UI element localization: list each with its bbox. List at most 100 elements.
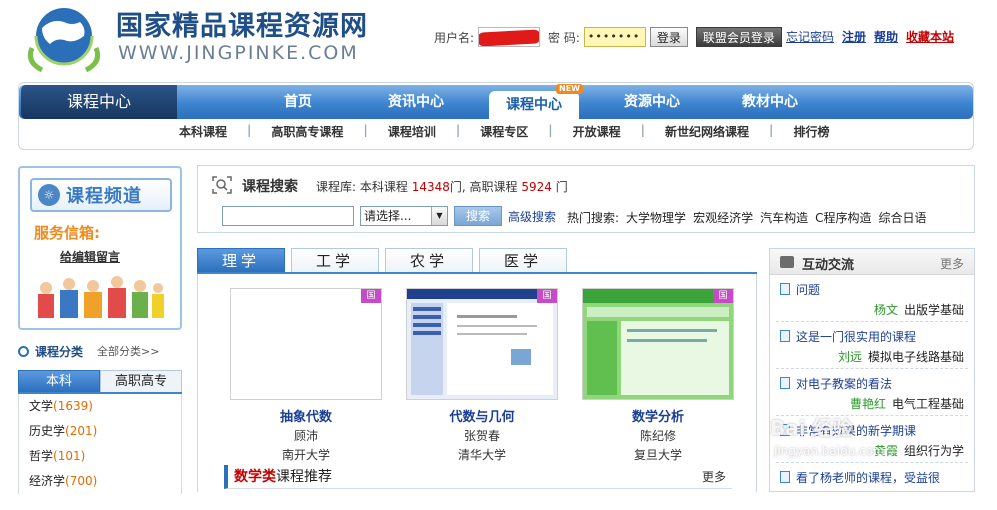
main-nav: 课程中心 首页 资讯中心 课程中心 NEW 资源中心 教材中心 本科课程 | 高职… <box>18 82 974 150</box>
channel-title: ☼ 课程频道 <box>30 178 172 212</box>
password-label: 密 码: <box>548 30 580 45</box>
nav-item-resources[interactable]: 资源中心 <box>593 85 711 119</box>
search-icon <box>212 176 232 194</box>
discussion-title[interactable]: 对电子教案的看法 <box>796 375 892 392</box>
tab-medicine[interactable]: 医学 <box>479 248 567 272</box>
site-url: WWW.JINGPINKE.COM <box>118 42 359 64</box>
nav-section-title[interactable]: 课程中心 <box>21 85 177 119</box>
nav-item-courses[interactable]: 课程中心 NEW <box>489 84 583 119</box>
category-item[interactable]: 历史学(201) <box>19 419 181 444</box>
tab-agriculture[interactable]: 农学 <box>385 248 473 272</box>
globe-logo-icon[interactable] <box>22 4 106 74</box>
category-item[interactable]: 经济学(700) <box>19 469 181 494</box>
username-input[interactable] <box>478 27 541 47</box>
left-sidebar: ☼ 课程频道 服务信箱: 给编辑留言 课程分类 全部分类>> 本科 高职高专 文… <box>18 166 182 494</box>
national-badge: 国 <box>713 289 733 303</box>
tab-science[interactable]: 理学 <box>197 248 285 272</box>
login-button[interactable]: 登录 <box>649 27 688 47</box>
category-select[interactable]: 请选择... ▼ <box>360 206 448 226</box>
discussion-item[interactable]: 问题 杨文 出版学基础 <box>776 275 968 322</box>
discussion-title[interactable]: 这是一门很实用的课程 <box>796 328 916 345</box>
interaction-more-link[interactable]: 更多 <box>940 255 964 272</box>
course-name[interactable]: 组织行为学 <box>904 444 964 458</box>
course-name[interactable]: 模拟电子线路基础 <box>868 350 964 364</box>
hot-search-term[interactable]: 汽车构造 <box>760 209 808 226</box>
discussion-title[interactable]: 看了杨老师的课程，受益很 <box>796 469 940 486</box>
union-login-button[interactable]: 联盟会员登录 <box>695 27 782 47</box>
sub-nav-item[interactable]: 本科课程 <box>159 123 247 140</box>
course-title[interactable]: 代数与几何 <box>406 406 558 425</box>
sub-nav-item[interactable]: 新世纪网络课程 <box>645 123 769 140</box>
course-teacher: 顾沛 <box>293 429 318 443</box>
discussion-item[interactable]: 看了杨老师的课程，受益很 <box>776 463 968 510</box>
category-item[interactable]: 文学(1639) <box>19 394 181 419</box>
advanced-search-link[interactable]: 高级搜索 <box>508 208 556 225</box>
recommend-title: 课程推荐 <box>276 469 332 485</box>
forgot-password-link[interactable]: 忘记密码 <box>786 28 834 45</box>
course-name[interactable]: 出版学基础 <box>904 303 964 317</box>
sub-nav-item[interactable]: 课程培训 <box>368 123 456 140</box>
course-thumbnail[interactable]: 国 <box>406 288 558 400</box>
course-school: 清华大学 <box>457 448 506 462</box>
password-input[interactable]: ••••••• <box>583 27 646 47</box>
course-card[interactable]: 国 代数与几何 张贺春 清华大学 <box>406 288 558 463</box>
search-button[interactable]: 搜索 <box>454 206 502 226</box>
discussion-item[interactable]: 对电子教案的看法 曹艳红 电气工程基础 <box>776 369 968 416</box>
course-title[interactable]: 抽象代数 <box>230 406 382 425</box>
register-link[interactable]: 注册 <box>842 28 866 45</box>
hot-search-term[interactable]: C程序构造 <box>815 209 871 226</box>
discussion-meta: 刘远 模拟电子线路基础 <box>838 348 964 365</box>
discussion-item[interactable]: 这是一门很实用的课程 刘远 模拟电子线路基础 <box>776 322 968 369</box>
tab-vocational[interactable]: 高职高专 <box>100 370 182 392</box>
author-name[interactable]: 杨文 <box>874 303 898 317</box>
chevron-down-icon[interactable]: ▼ <box>431 207 447 225</box>
recommend-keyword[interactable]: 数学类 <box>234 469 276 485</box>
mailbox-title: 服务信箱: <box>34 224 100 242</box>
course-name[interactable]: 电气工程基础 <box>892 397 964 411</box>
interaction-title: 互动交流 <box>802 258 855 273</box>
category-name: 哲学 <box>29 449 54 463</box>
tab-undergrad[interactable]: 本科 <box>18 370 100 392</box>
course-screenshot-icon <box>407 289 557 399</box>
people-illustration-icon <box>38 276 164 318</box>
mailbox-link[interactable]: 给编辑留言 <box>60 248 120 265</box>
course-thumbnail[interactable]: 国 <box>582 288 734 400</box>
all-categories-link[interactable]: 全部分类>> <box>97 343 159 359</box>
nav-item-news[interactable]: 资讯中心 <box>357 85 475 119</box>
category-item[interactable]: 哲学(101) <box>19 444 181 469</box>
course-card[interactable]: 国 数学分析 陈纪修 复旦大学 <box>582 288 734 463</box>
category-name: 经济学 <box>29 474 66 488</box>
stat-mid: 门, 高职课程 <box>449 180 518 194</box>
author-name[interactable]: 刘远 <box>838 350 862 364</box>
course-screenshot-icon <box>583 289 733 399</box>
course-school: 复旦大学 <box>633 448 682 462</box>
undergrad-count: 14348 <box>411 180 450 194</box>
hot-searches: 热门搜索: 大学物理学 宏观经济学 汽车构造 C程序构造 综合日语 <box>567 209 927 226</box>
national-badge: 国 <box>537 289 557 303</box>
hot-search-term[interactable]: 综合日语 <box>878 209 926 226</box>
help-link[interactable]: 帮助 <box>874 28 898 45</box>
recommend-more-link[interactable]: 更多 <box>702 465 726 489</box>
nav-item-textbooks[interactable]: 教材中心 <box>711 85 829 119</box>
discussion-meta: 曹艳红 电气工程基础 <box>850 395 964 412</box>
nav-item-home[interactable]: 首页 <box>239 85 357 119</box>
hot-search-term[interactable]: 大学物理学 <box>626 209 686 226</box>
course-thumbnail[interactable]: 国 <box>230 288 382 400</box>
tab-engineering[interactable]: 工学 <box>291 248 379 272</box>
sub-nav-item[interactable]: 课程专区 <box>460 123 548 140</box>
channel-icon: ☼ <box>38 184 60 206</box>
national-badge: 国 <box>361 289 381 303</box>
hot-search-term[interactable]: 宏观经济学 <box>693 209 753 226</box>
search-input[interactable] <box>222 206 354 226</box>
sub-nav-item[interactable]: 排行榜 <box>773 123 849 140</box>
course-title[interactable]: 数学分析 <box>582 406 734 425</box>
document-icon <box>780 471 790 483</box>
sub-nav-item[interactable]: 高职高专课程 <box>251 123 363 140</box>
sub-nav: 本科课程 | 高职高专课程 | 课程培训 | 课程专区 | 开放课程 | 新世纪网络课程 |… <box>159 123 849 140</box>
course-card[interactable]: 国 抽象代数 顾沛 南开大学 <box>230 288 382 463</box>
discussion-title[interactable]: 问题 <box>796 281 820 298</box>
bookmark-link[interactable]: 收藏本站 <box>906 28 954 45</box>
author-name[interactable]: 曹艳红 <box>850 397 886 411</box>
course-school: 南开大学 <box>281 448 330 462</box>
sub-nav-item[interactable]: 开放课程 <box>553 123 641 140</box>
